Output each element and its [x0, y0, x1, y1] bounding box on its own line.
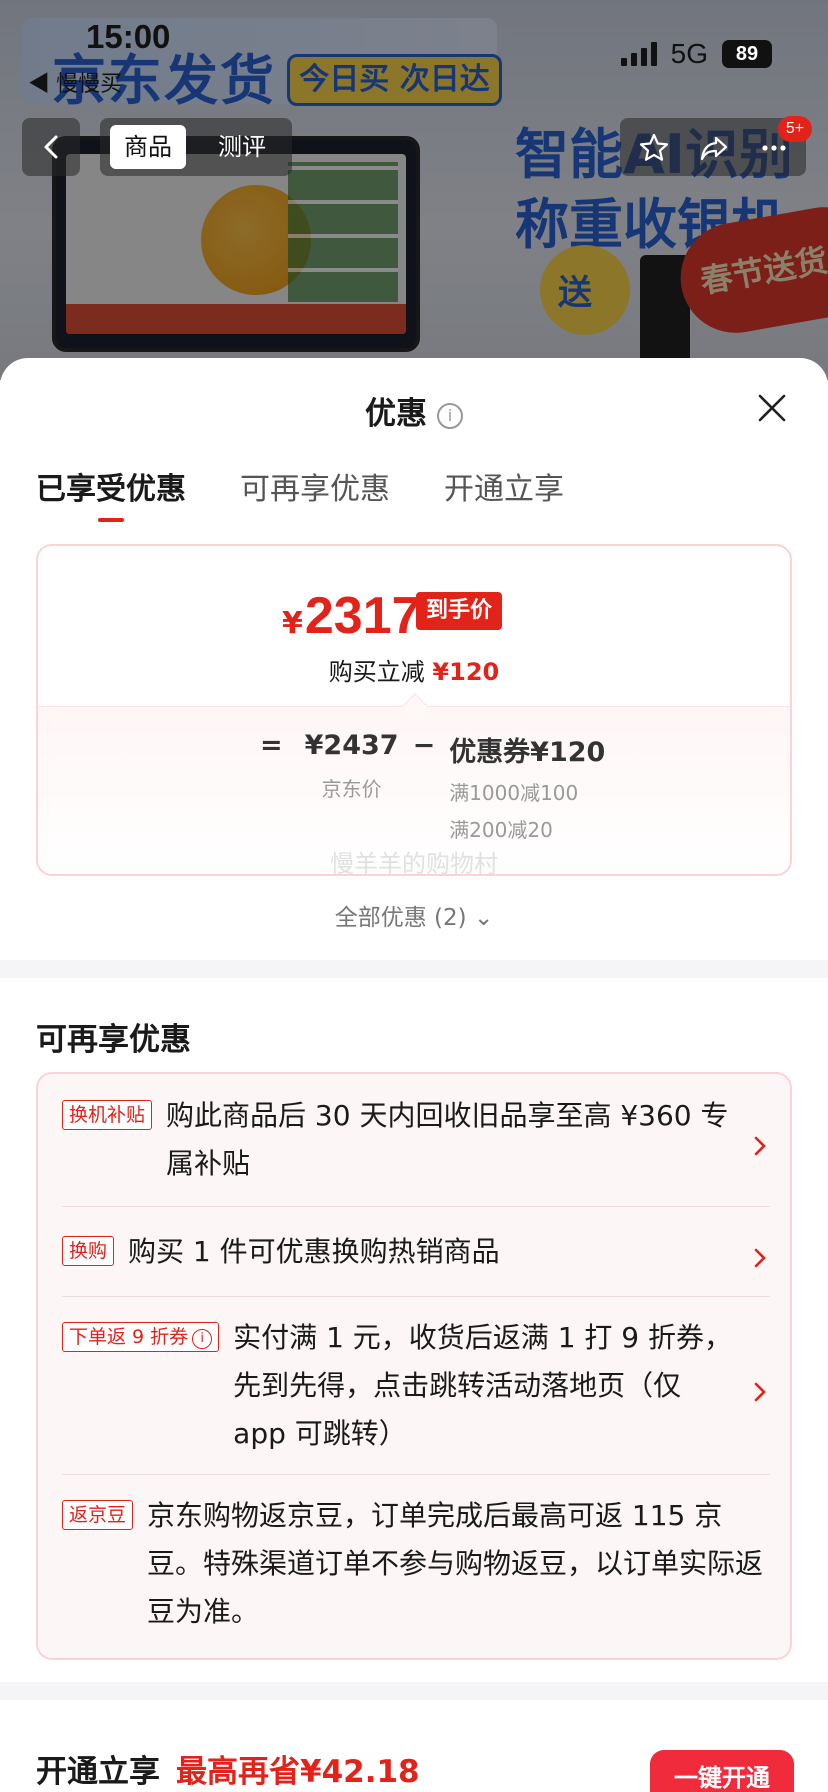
info-icon[interactable]: i	[437, 403, 463, 429]
status-indicators: 5G 89	[620, 38, 772, 70]
open-to-enjoy-title: 开通立享 最高再省¥42.18	[36, 1746, 420, 1791]
offer-jd-beans: 返京豆 京东购物返京豆，订单完成后最高可返 115 京豆。特殊渠道订单不参与购物…	[62, 1492, 770, 1636]
section-divider	[0, 1682, 828, 1700]
price-card: ¥ 2317 到手价 购买立减 ¥120 = ¥2437 京东价 − 优惠券¥1…	[36, 544, 792, 876]
coupon-rule-2: 满200减20	[449, 818, 553, 842]
chevron-right-icon	[754, 1136, 766, 1156]
tab-more-offers[interactable]: 可再享优惠	[240, 464, 390, 522]
offer-trade-in[interactable]: 换机补贴 购此商品后 30 天内回收旧品享至高 ¥360 专属补贴	[62, 1092, 770, 1188]
coupon-rule-1: 满1000减100	[449, 781, 579, 805]
offer-text: 购此商品后 30 天内回收旧品享至高 ¥360 专属补贴	[166, 1099, 729, 1180]
max-saving: 最高再省¥42.18	[176, 1754, 420, 1790]
close-icon[interactable]	[756, 392, 788, 424]
offers-sheet: 优惠 i 已享受优惠 可再享优惠 开通立享 ¥ 2317 到手价 购买立减 ¥12…	[0, 358, 828, 1792]
more-offers-title: 可再享优惠	[36, 1022, 191, 1058]
offer-tag: 下单返 9 折券 i	[62, 1322, 220, 1352]
tab-enjoyed-offers[interactable]: 已享受优惠	[36, 464, 186, 522]
final-price: ¥ 2317	[282, 587, 421, 645]
tab-product[interactable]: 商品	[110, 125, 186, 169]
watermark: 慢羊羊的购物村	[330, 850, 498, 876]
network-label: 5G	[670, 38, 708, 69]
back-button[interactable]	[22, 118, 80, 176]
cart-badge: 5+	[778, 116, 812, 142]
offer-exchange[interactable]: 换购 购买 1 件可优惠换购热销商品	[62, 1228, 770, 1276]
one-click-open-button[interactable]: 一键开通	[650, 1750, 794, 1792]
more-offers-list: 换机补贴 购此商品后 30 天内回收旧品享至高 ¥360 专属补贴 换购 购买 …	[36, 1072, 792, 1660]
jd-price: ¥2437	[304, 730, 399, 761]
offer-tag: 返京豆	[62, 1500, 134, 1530]
product-tabs: 商品 测评	[100, 118, 292, 176]
offer-text: 京东购物返京豆，订单完成后最高可返 115 京豆。特殊渠道订单不参与购物返豆，以…	[147, 1499, 764, 1628]
equals-sign: =	[260, 730, 283, 761]
chevron-right-icon	[754, 1382, 766, 1402]
offer-tag: 换购	[62, 1236, 115, 1266]
minus-sign: −	[412, 730, 436, 761]
all-offers-toggle[interactable]: 全部优惠 (2) ⌄	[0, 898, 828, 932]
info-icon[interactable]: i	[192, 1329, 213, 1349]
status-time: 15:00	[86, 18, 171, 55]
section-divider	[0, 960, 828, 978]
coupon-amount: 优惠券¥120	[449, 737, 606, 768]
purchase-discount: 购买立减 ¥120	[328, 658, 500, 686]
battery-icon: 89	[722, 40, 772, 68]
chevron-left-icon	[44, 135, 58, 159]
star-icon[interactable]	[638, 132, 670, 164]
offer-tag: 换机补贴	[62, 1100, 153, 1130]
share-icon[interactable]	[698, 132, 730, 164]
offer-rebate-coupon[interactable]: 下单返 9 折券 i 实付满 1 元，收货后返满 1 打 9 折券，先到先得，点击…	[62, 1314, 770, 1458]
sheet-title: 优惠 i	[0, 388, 828, 433]
signal-icon	[620, 42, 657, 66]
back-to-app-link[interactable]: ◀ 慢慢买	[28, 66, 122, 98]
final-price-tag: 到手价	[416, 592, 503, 630]
offer-text: 购买 1 件可优惠换购热销商品	[128, 1235, 500, 1268]
jd-price-label: 京东价	[321, 777, 382, 801]
offer-text: 实付满 1 元，收货后返满 1 打 9 折券，先到先得，点击跳转活动落地页（仅 …	[233, 1321, 733, 1450]
chevron-right-icon	[754, 1248, 766, 1268]
offer-tabs: 已享受优惠 可再享优惠 开通立享	[36, 464, 564, 522]
price-formula: = ¥2437 京东价 − 优惠券¥120 满1000减100 满200减20	[260, 730, 605, 843]
tab-review[interactable]: 测评	[204, 125, 280, 169]
tab-open-to-enjoy[interactable]: 开通立享	[444, 464, 564, 522]
